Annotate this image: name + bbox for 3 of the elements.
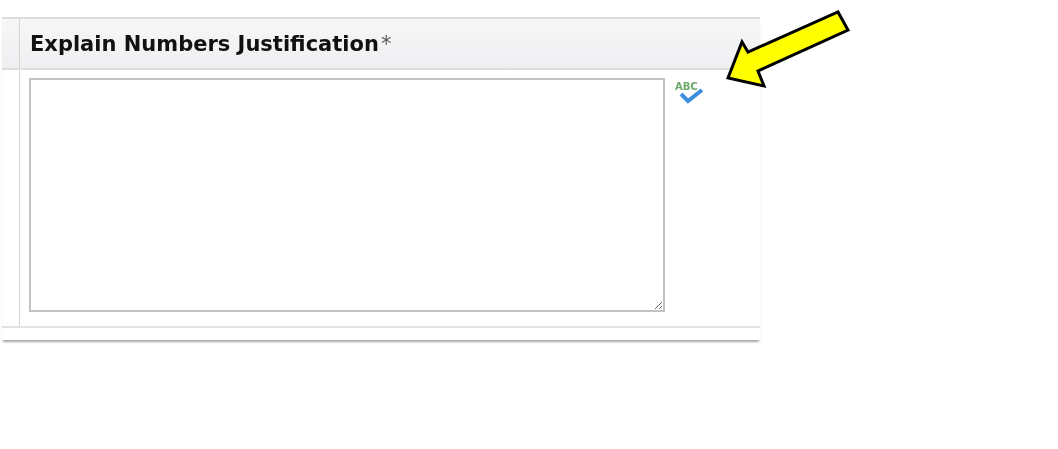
field-label: Explain Numbers Justification bbox=[30, 31, 379, 56]
justification-text-area[interactable] bbox=[29, 78, 665, 312]
required-mark: * bbox=[380, 31, 392, 56]
